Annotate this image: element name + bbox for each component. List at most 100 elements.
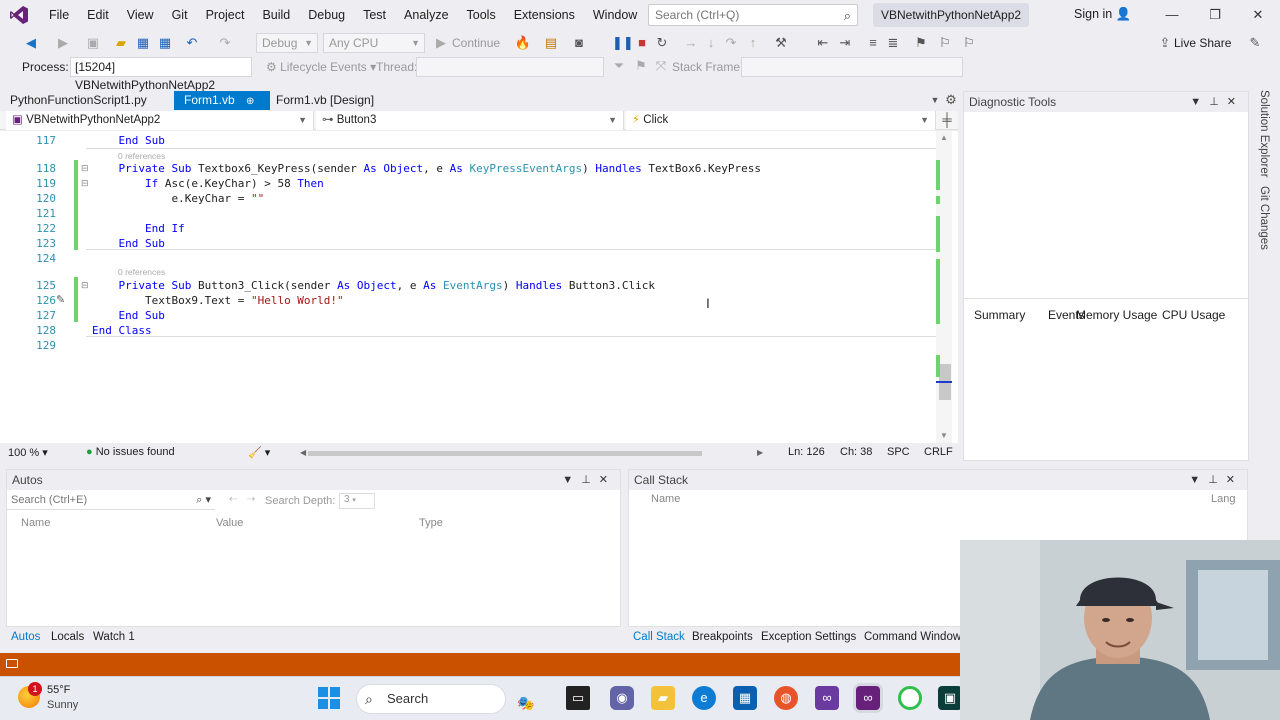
collapse-icon[interactable]: ⊟ — [81, 280, 89, 291]
weather-description[interactable]: Sunny — [47, 699, 78, 711]
flag-thread-icon[interactable]: ⚑ — [632, 57, 650, 75]
code-lens[interactable]: 0 references — [118, 151, 165, 161]
zoom-dropdown[interactable]: 100 % ▾ — [8, 446, 48, 459]
close-icon[interactable]: ✕ — [599, 474, 616, 486]
autos-search-box[interactable]: Search (Ctrl+E) ⌕ ▾ — [7, 492, 215, 510]
show-next-statement-icon[interactable]: → — [682, 34, 700, 52]
tab-summary[interactable]: Summary — [974, 308, 1025, 322]
object-dropdown[interactable]: ⊶ Button3 ▼ — [316, 111, 624, 130]
close-icon[interactable]: ✕ — [1227, 96, 1244, 108]
terminal-icon[interactable]: ▣ — [938, 686, 962, 710]
tab-form1-vb[interactable]: Form1.vb ⊕ ✕ — [174, 91, 270, 127]
pin-icon[interactable]: ⊕ — [246, 96, 254, 107]
close-button[interactable]: ✕ — [1238, 0, 1278, 30]
menu-build[interactable]: Build — [253, 0, 299, 30]
menu-window[interactable]: Window — [584, 0, 646, 30]
indent-icon[interactable]: ⇥ — [836, 34, 854, 52]
bookmark-icon[interactable]: ⚑ — [912, 34, 930, 52]
forward-icon[interactable]: ▶ — [54, 34, 72, 52]
close-icon[interactable]: ✕ — [1226, 474, 1243, 486]
thread-dropdown[interactable] — [416, 57, 604, 77]
dropdown-icon[interactable]: ▼ — [562, 474, 581, 486]
firefox-icon[interactable]: ◍ — [774, 686, 798, 710]
process-dropdown[interactable]: [15204] VBNetwithPythonNetApp2 — [70, 57, 252, 92]
search-depth-dropdown[interactable]: 3 ▾ — [339, 493, 375, 509]
search-input[interactable]: Search (Ctrl+Q) — [655, 8, 739, 22]
minimize-button[interactable]: — — [1152, 0, 1192, 30]
app-circle-icon[interactable] — [898, 686, 922, 710]
configuration-dropdown[interactable]: Debug ▼ — [256, 33, 318, 53]
menu-edit[interactable]: Edit — [78, 0, 118, 30]
save-icon[interactable]: ▦ — [134, 34, 152, 52]
restore-button[interactable]: ❐ — [1195, 0, 1235, 30]
tab-call-stack[interactable]: Call Stack — [633, 631, 685, 643]
autos-search-input[interactable]: Search (Ctrl+E) — [11, 494, 87, 506]
solution-explorer-tab[interactable]: Solution Explorer — [1258, 90, 1270, 178]
continue-play-icon[interactable]: ▶ — [432, 34, 450, 52]
scroll-up-icon[interactable]: ▲ — [940, 133, 948, 142]
pin-icon[interactable]: ⊥ — [1208, 474, 1226, 486]
collapse-icon[interactable]: ⊟ — [81, 178, 89, 189]
outdent-icon[interactable]: ⇤ — [814, 34, 832, 52]
bookmark-next-icon[interactable]: ⚐ — [960, 34, 978, 52]
weather-temperature[interactable]: 55°F — [47, 684, 70, 696]
line-ending-indicator[interactable]: CRLF — [924, 446, 953, 458]
menu-git[interactable]: Git — [163, 0, 197, 30]
pin-icon[interactable]: ⊥ — [581, 474, 599, 486]
tab-locals[interactable]: Locals — [51, 631, 84, 643]
collapse-icon[interactable]: ⊟ — [81, 163, 89, 174]
tab-exception-settings[interactable]: Exception Settings — [761, 631, 856, 643]
store-icon[interactable]: ▦ — [733, 686, 757, 710]
issues-indicator[interactable]: ● No issues found — [86, 446, 175, 458]
event-dropdown[interactable]: ⚡ Click ▼ — [626, 111, 936, 130]
git-changes-tab[interactable]: Git Changes — [1258, 186, 1270, 250]
menu-test[interactable]: Test — [354, 0, 395, 30]
platform-dropdown[interactable]: Any CPU ▼ — [323, 33, 425, 53]
save-all-icon[interactable]: ▦ — [156, 34, 174, 52]
lifecycle-events-menu[interactable]: ⚙ Lifecycle Events ▾ — [266, 60, 376, 74]
scroll-down-icon[interactable]: ▼ — [940, 431, 948, 440]
filter-icon[interactable]: ⏷ — [610, 57, 628, 75]
tab-memory-usage[interactable]: Memory Usage — [1076, 308, 1157, 322]
menu-analyze[interactable]: Analyze — [395, 0, 457, 30]
hex-display-icon[interactable]: ⚒ — [772, 34, 790, 52]
diagnostic-icon[interactable]: ▤ — [542, 34, 560, 52]
step-over-icon[interactable]: ↷ — [722, 34, 740, 52]
code-cleanup-icon[interactable]: 🧹 ▾ — [248, 446, 270, 459]
horizontal-scroll-thumb[interactable] — [308, 451, 702, 456]
column-language[interactable]: Lang — [1211, 493, 1235, 505]
camera-icon[interactable]: ◙ — [570, 34, 588, 52]
split-editor-icon[interactable]: ╪ — [938, 111, 956, 129]
sign-in-link[interactable]: Sign in 👤 — [1074, 7, 1131, 22]
toggle-flags-icon[interactable]: ⤧ — [652, 57, 670, 75]
line-indicator[interactable]: Ln: 126 — [788, 446, 825, 458]
stop-icon[interactable]: ■ — [633, 34, 651, 52]
pin-icon[interactable]: ⊥ — [1209, 96, 1227, 108]
menu-view[interactable]: View — [118, 0, 163, 30]
menu-project[interactable]: Project — [197, 0, 254, 30]
teams-chat-icon[interactable]: ◉ — [610, 686, 634, 710]
column-name[interactable]: Name — [21, 517, 50, 529]
step-out-icon[interactable]: ↑ — [744, 34, 762, 52]
menu-debug[interactable]: Debug — [299, 0, 354, 30]
column-type[interactable]: Type — [419, 517, 443, 529]
stack-frame-dropdown[interactable] — [741, 57, 963, 77]
bookmark-prev-icon[interactable]: ⚐ — [936, 34, 954, 52]
tab-watch-1[interactable]: Watch 1 — [93, 631, 135, 643]
scroll-right-icon[interactable]: ▶ — [757, 448, 763, 457]
live-share-button[interactable]: Live Share — [1174, 36, 1231, 50]
menu-file[interactable]: File — [40, 0, 78, 30]
uncomment-icon[interactable]: ≣ — [884, 34, 902, 52]
whitespace-indicator[interactable]: SPC — [887, 446, 910, 458]
search-forward-icon[interactable]: ⇢ — [247, 494, 255, 505]
column-indicator[interactable]: Ch: 38 — [840, 446, 872, 458]
feedback-icon[interactable]: ✎ — [1246, 34, 1264, 52]
taskbar-search[interactable]: ⌕ Search 🎭 — [356, 684, 534, 714]
live-share-icon[interactable]: ⇪ — [1156, 34, 1174, 52]
hot-reload-icon[interactable]: 🔥 — [514, 34, 532, 52]
global-search-box[interactable]: Search (Ctrl+Q) ⌕ — [648, 4, 858, 26]
undo-icon[interactable]: ↶ — [183, 34, 201, 52]
visual-studio-taskbar-icon[interactable]: ∞ — [815, 686, 839, 710]
search-backward-icon[interactable]: ⇠ — [229, 494, 237, 505]
dropdown-icon[interactable]: ▼ — [1189, 474, 1208, 486]
